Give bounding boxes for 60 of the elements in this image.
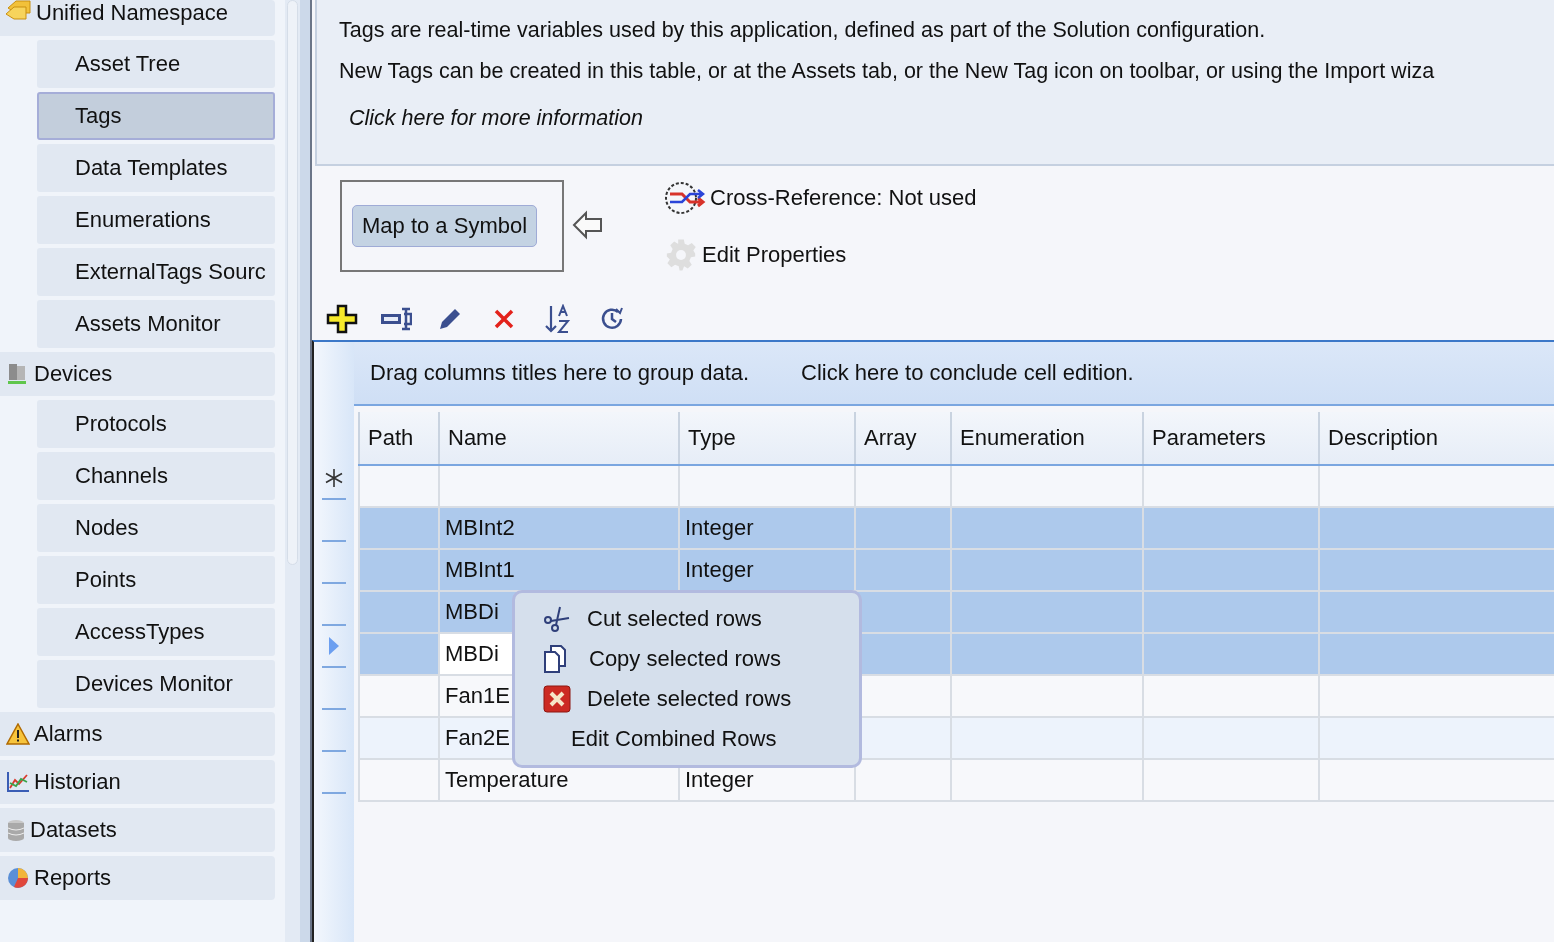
scrollbar[interactable] <box>285 0 300 942</box>
pie-chart-icon <box>6 866 30 890</box>
sidebar-group[interactable]: Alarms <box>0 712 275 756</box>
scissors-icon <box>543 605 571 633</box>
sidebar-group[interactable]: Unified Namespace <box>0 0 275 36</box>
sidebar-item[interactable]: Data Templates <box>37 144 275 192</box>
group-panel[interactable]: Drag columns titles here to group data. Click here to conclude cell edition. <box>354 342 1554 406</box>
group-hint: Drag columns titles here to group data. <box>370 360 750 386</box>
column-header[interactable]: Enumeration <box>950 412 1142 464</box>
delete-icon <box>543 685 571 713</box>
sidebar-group[interactable]: Reports <box>0 856 275 900</box>
sidebar-item[interactable]: Asset Tree <box>37 40 275 88</box>
sidebar-item[interactable]: Enumerations <box>37 196 275 244</box>
more-info-link[interactable]: Click here for more information <box>339 100 1554 131</box>
group-label: Historian <box>34 769 121 795</box>
group-label: Unified Namespace <box>36 0 228 26</box>
tag-icon <box>6 0 32 20</box>
table-row[interactable]: Temperature Integer <box>358 760 1554 802</box>
table-cell: Integer <box>678 508 854 548</box>
splitter[interactable] <box>300 0 312 942</box>
scrollbar-thumb[interactable] <box>287 0 298 565</box>
column-header[interactable]: Path <box>358 412 438 464</box>
column-header[interactable]: Name <box>438 412 678 464</box>
table-row[interactable]: MBInt1 Integer <box>358 550 1554 592</box>
group-label: Reports <box>34 865 112 891</box>
asterisk-icon <box>324 468 344 488</box>
info-text: New Tags can be created in this table, or at the Assets tab, or the New Tag icon on toolbar, or using the Import wiza <box>339 59 1436 84</box>
info-text: Tags are real-time variables used by this application, defined as part of the Solution configuration. <box>339 18 1267 43</box>
sidebar-item[interactable]: Nodes <box>37 504 275 552</box>
add-icon[interactable] <box>326 303 358 335</box>
table-row[interactable]: MBInt2 Integer <box>358 508 1554 550</box>
conclude-edit-link[interactable]: Click here to conclude cell edition. <box>801 360 1134 386</box>
sidebar-item[interactable]: ExternalTags Sourc <box>37 248 275 296</box>
group-label: Devices <box>34 361 113 387</box>
column-header[interactable]: Type <box>678 412 854 464</box>
table-cell: MBInt2 <box>438 508 678 548</box>
sidebar-item[interactable]: AccessTypes <box>37 608 275 656</box>
edit-properties-link[interactable]: Edit Properties <box>702 242 847 268</box>
arrow-left-icon[interactable] <box>572 210 604 240</box>
sidebar-item[interactable]: Channels <box>37 452 275 500</box>
column-header[interactable]: Parameters <box>1142 412 1318 464</box>
cross-reference-text: Cross-Reference: Not used <box>710 185 977 211</box>
sidebar-group[interactable]: Devices <box>0 352 275 396</box>
sidebar-item[interactable]: Tags <box>37 92 275 140</box>
sidebar-group[interactable]: Historian <box>0 760 275 804</box>
group-label: Alarms <box>34 721 103 747</box>
cross-reference-icon <box>664 180 706 216</box>
group-label: Datasets <box>30 817 117 843</box>
sidebar-item[interactable]: Assets Monitor <box>37 300 275 348</box>
sidebar-item[interactable]: Protocols <box>37 400 275 448</box>
database-icon <box>6 818 26 842</box>
warning-icon <box>6 723 30 745</box>
column-header[interactable]: Description <box>1318 412 1554 464</box>
line-chart-icon <box>6 771 30 793</box>
sidebar-item[interactable]: Devices Monitor <box>37 660 275 708</box>
sidebar-group[interactable]: Datasets <box>0 808 275 852</box>
sidebar-item[interactable]: Points <box>37 556 275 604</box>
column-header[interactable]: Array <box>854 412 950 464</box>
map-symbol-button[interactable]: Map to a Symbol <box>352 205 538 247</box>
gear-icon <box>664 238 698 272</box>
